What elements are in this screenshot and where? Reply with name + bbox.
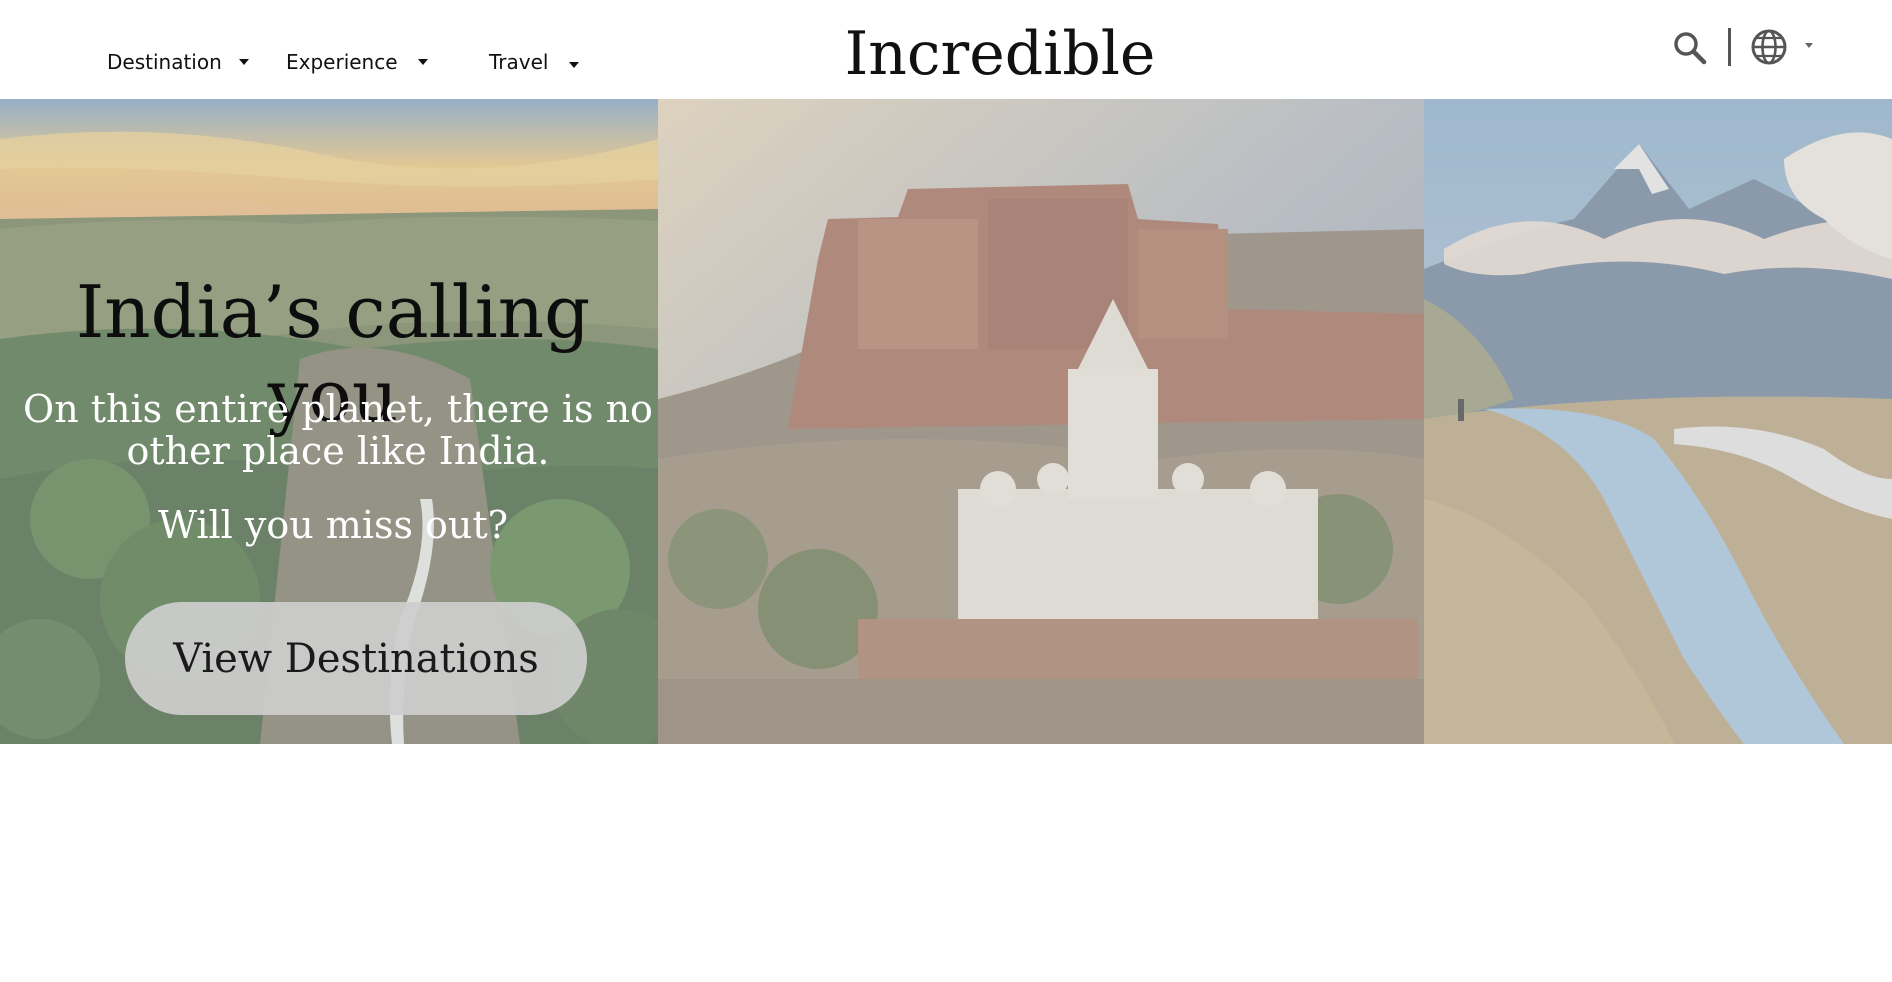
search-button[interactable]: [1672, 30, 1708, 66]
image-overlay: [1424, 99, 1892, 744]
chevron-down-icon: [417, 59, 428, 65]
view-destinations-button[interactable]: View Destinations: [125, 602, 587, 715]
nav-experience-label: Experience: [286, 50, 398, 74]
nav-experience[interactable]: Experience: [286, 47, 428, 77]
nav-destination-label: Destination: [107, 50, 222, 74]
header-divider: [1728, 28, 1731, 66]
hero-content: India’s calling you On this entire plane…: [0, 99, 666, 744]
nav-travel[interactable]: Travel: [489, 47, 580, 77]
image-overlay: [658, 99, 1424, 744]
chevron-down-icon: [238, 59, 249, 65]
himalayan-river-image: [1424, 99, 1892, 744]
language-selector[interactable]: [1750, 27, 1818, 67]
top-navigation-bar: Destination Experience Travel Incredible…: [0, 0, 1892, 161]
chevron-down-icon: [569, 62, 580, 68]
hero-subtitle: On this entire planet, there is no other…: [23, 387, 653, 473]
hill-fort-palace-image: [658, 99, 1424, 744]
globe-icon: [1751, 29, 1813, 65]
hero-question: Will you miss out?: [157, 503, 509, 547]
hero-banner: India’s calling you On this entire plane…: [0, 99, 1892, 744]
nav-travel-label: Travel: [489, 50, 549, 74]
nav-destination[interactable]: Destination: [107, 47, 249, 77]
search-icon: [1674, 32, 1707, 65]
